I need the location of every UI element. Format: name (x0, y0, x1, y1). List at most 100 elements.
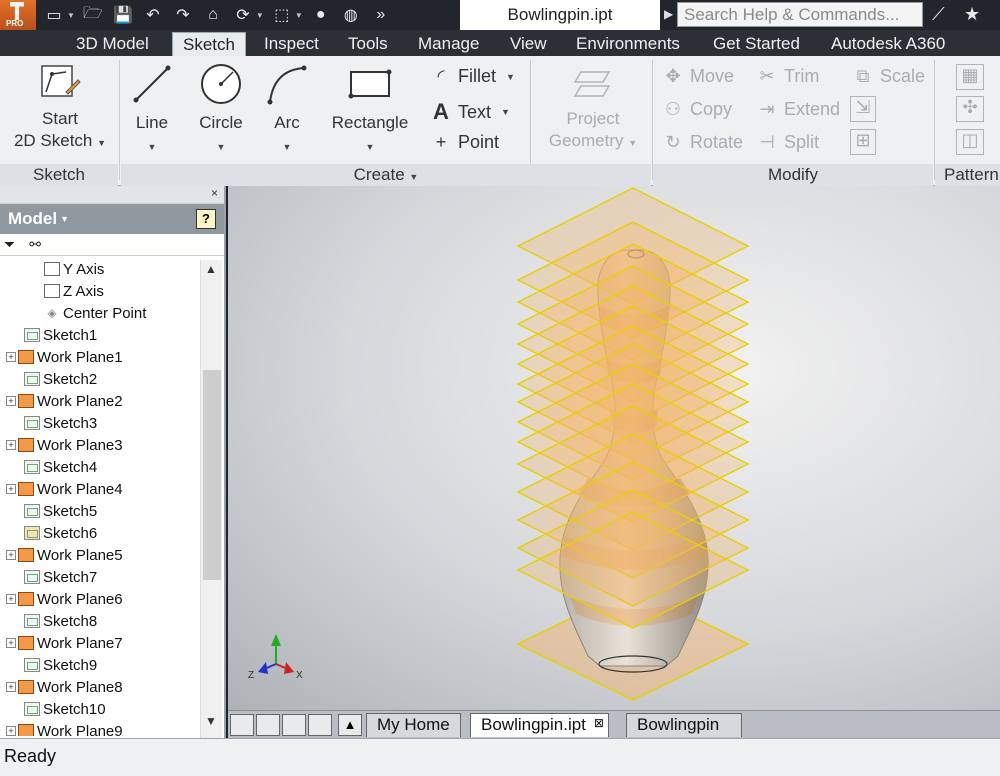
tree-item-work-plane4[interactable]: + Work Plane4 (6, 478, 123, 500)
start-2d-sketch-button[interactable]: Start 2D Sketch ▼ (10, 62, 110, 154)
tab-autodesk-a360[interactable]: Autodesk A360 (831, 32, 945, 56)
expand-icon[interactable]: + (6, 396, 16, 406)
tree-item-work-plane9[interactable]: + Work Plane9 (6, 720, 123, 736)
fillet-button[interactable]: ◜ Fillet ▼ (430, 66, 515, 87)
expand-icon[interactable]: + (6, 440, 16, 450)
doc-tab-close-icon[interactable]: ⊠ (594, 712, 604, 734)
tree-item-sketch9[interactable]: Sketch9 (24, 654, 97, 676)
select-icon[interactable]: ⬚ (270, 4, 294, 26)
browser-close-icon[interactable]: × (211, 186, 218, 200)
expand-icon[interactable]: + (6, 352, 16, 362)
tile-horizontal-icon[interactable] (282, 714, 306, 736)
create-dropdown-icon[interactable]: ▼ (409, 172, 418, 182)
tree-item-work-plane2[interactable]: + Work Plane2 (6, 390, 123, 412)
graphics-viewport[interactable]: X Z (228, 186, 1000, 710)
browser-header[interactable]: Model ▼ ? (0, 204, 224, 234)
expand-icon[interactable]: + (6, 484, 16, 494)
tab-environments[interactable]: Environments (576, 32, 680, 56)
expand-icon[interactable]: + (6, 682, 16, 692)
expand-icon[interactable]: + (6, 550, 16, 560)
tree-item-sketch5[interactable]: Sketch5 (24, 500, 97, 522)
rectangular-pattern-button[interactable]: ▦ (956, 64, 990, 90)
text-button[interactable]: A Text ▼ (430, 99, 510, 125)
expand-icon[interactable]: + (6, 726, 16, 736)
start-dropdown-icon[interactable]: ▼ (97, 138, 106, 148)
project-geometry-button[interactable]: Project Geometry ▼ (540, 66, 646, 154)
tab-sketch[interactable]: Sketch (172, 32, 246, 56)
expand-icon[interactable]: + (6, 594, 16, 604)
cascade-windows-icon[interactable] (230, 714, 254, 736)
text-dropdown-icon[interactable]: ▼ (501, 107, 510, 117)
sign-in-icon[interactable]: ⟋ (932, 4, 945, 25)
circular-pattern-button[interactable]: ✣ (956, 96, 990, 122)
home-icon[interactable]: ⌂ (201, 4, 225, 26)
application-menu-button[interactable]: PRO (0, 0, 36, 30)
doc-tab-bowlingpin[interactable]: Bowlingpin (626, 713, 742, 737)
axis-triad[interactable]: X Z (248, 634, 303, 681)
split-button[interactable]: ⊣ Split (756, 132, 819, 153)
tree-item-y-axis[interactable]: Y Axis (44, 258, 104, 280)
appearance-icon[interactable]: ◍ (339, 4, 363, 26)
expand-icon[interactable]: + (6, 638, 16, 648)
save-icon[interactable]: 💾 (111, 4, 135, 26)
tab-3d-model[interactable]: 3D Model (76, 32, 149, 56)
tree-item-sketch1[interactable]: Sketch1 (24, 324, 97, 346)
fillet-dropdown-icon[interactable]: ▼ (506, 72, 515, 82)
tab-view[interactable]: View (510, 32, 547, 56)
rectangle-button[interactable]: Rectangle ▼ (328, 62, 412, 158)
undo-icon[interactable]: ↶ (141, 4, 165, 26)
tab-arrange-up-icon[interactable]: ▲ (338, 714, 362, 736)
scroll-up-icon[interactable]: ▲ (205, 262, 217, 276)
search-input[interactable]: Search Help & Commands... (677, 2, 923, 27)
new-dropdown-icon[interactable]: ▼ (67, 11, 75, 20)
tree-item-sketch10[interactable]: Sketch10 (24, 698, 106, 720)
scroll-thumb[interactable] (203, 370, 221, 580)
circle-dropdown-icon[interactable]: ▼ (217, 142, 226, 152)
line-button[interactable]: Line ▼ (128, 62, 176, 158)
tab-get-started[interactable]: Get Started (713, 32, 800, 56)
circle-button[interactable]: Circle ▼ (194, 62, 248, 158)
browser-help-button[interactable]: ? (196, 209, 216, 229)
line-dropdown-icon[interactable]: ▼ (148, 142, 157, 152)
doc-tab-my-home[interactable]: My Home (366, 713, 461, 737)
project-dropdown-icon[interactable]: ▼ (628, 138, 637, 148)
move-button[interactable]: ✥ Move (662, 66, 734, 87)
rotate-button[interactable]: ↻ Rotate (662, 132, 743, 153)
extend-button[interactable]: ⇥ Extend (756, 99, 840, 120)
tree-item-work-plane7[interactable]: + Work Plane7 (6, 632, 123, 654)
rectangle-dropdown-icon[interactable]: ▼ (366, 142, 375, 152)
offset-button[interactable]: ⊞ (850, 129, 882, 155)
create-panel-footer[interactable]: Create ▼ (121, 164, 651, 186)
trim-button[interactable]: ✂ Trim (756, 66, 819, 87)
more-icon[interactable]: » (369, 4, 393, 26)
tab-manage[interactable]: Manage (418, 32, 479, 56)
browser-scrollbar[interactable]: ▲ ▼ (200, 260, 222, 738)
arc-button[interactable]: Arc ▼ (262, 62, 312, 158)
tab-inspect[interactable]: Inspect (264, 32, 319, 56)
copy-button[interactable]: ⚇ Copy (662, 99, 732, 120)
tree-item-sketch3[interactable]: Sketch3 (24, 412, 97, 434)
tile-windows-icon[interactable] (256, 714, 280, 736)
redo-icon[interactable]: ↷ (171, 4, 195, 26)
tree-item-sketch8[interactable]: Sketch8 (24, 610, 97, 632)
filter-icon[interactable]: ⏷ (4, 236, 15, 253)
tree-item-work-plane6[interactable]: + Work Plane6 (6, 588, 123, 610)
find-binoculars-icon[interactable]: ⚯ (29, 236, 41, 253)
tree-item-center-point[interactable]: ◈ Center Point (44, 302, 146, 324)
tree-item-work-plane8[interactable]: + Work Plane8 (6, 676, 123, 698)
point-button[interactable]: + Point (430, 132, 499, 153)
tree-item-sketch7[interactable]: Sketch7 (24, 566, 97, 588)
doc-tab-bowlingpin-ipt[interactable]: Bowlingpin.ipt ⊠ (470, 713, 609, 737)
tree-item-sketch2[interactable]: Sketch2 (24, 368, 97, 390)
title-arrow-icon[interactable]: ▶ (664, 7, 673, 21)
tab-tools[interactable]: Tools (348, 32, 388, 56)
update-dropdown-icon[interactable]: ▼ (256, 11, 264, 20)
tree-item-work-plane1[interactable]: + Work Plane1 (6, 346, 123, 368)
material-icon[interactable]: ● (309, 4, 333, 26)
tree-item-sketch4[interactable]: Sketch4 (24, 456, 97, 478)
tree-item-sketch6[interactable]: Sketch6 (24, 522, 97, 544)
scroll-down-icon[interactable]: ▼ (205, 714, 217, 728)
tile-vertical-icon[interactable] (308, 714, 332, 736)
arc-dropdown-icon[interactable]: ▼ (283, 142, 292, 152)
tree-item-work-plane5[interactable]: + Work Plane5 (6, 544, 123, 566)
